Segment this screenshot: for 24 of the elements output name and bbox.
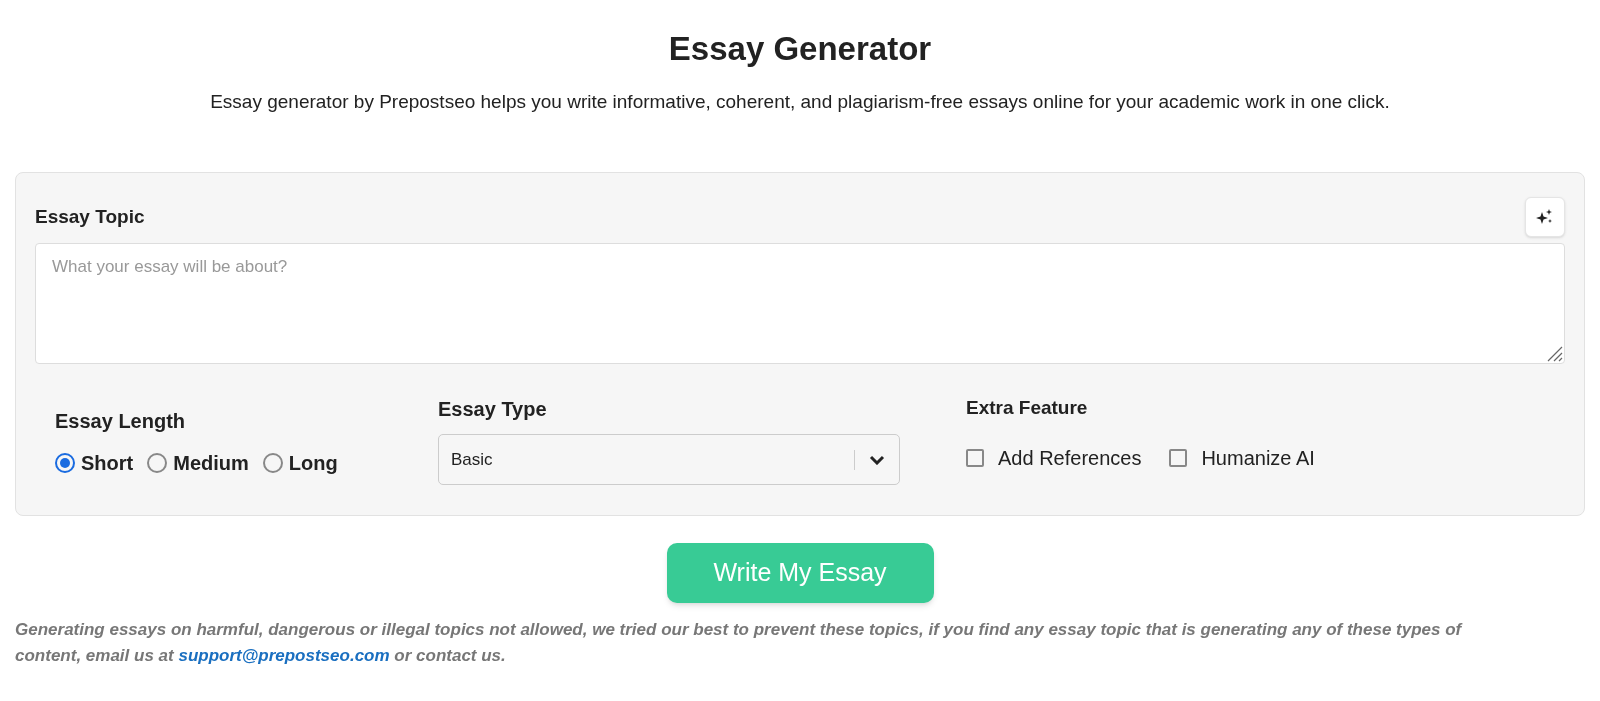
checkbox-option[interactable]: Add References <box>966 442 1142 473</box>
radio-button[interactable] <box>55 453 75 473</box>
chevron-down-icon <box>869 454 885 465</box>
topic-field[interactable]: What your essay will be about? <box>35 243 1565 364</box>
disclaimer-text: Generating essays on harmful, dangerous or illegal topics not allowed, we tried our best to prevent these topics, if you find any essay topic that is generating any of these types of content, email us at support@prepostseo.com or contact us. <box>15 619 1464 667</box>
field-label: Essay Type <box>438 397 547 422</box>
radio-button[interactable] <box>147 453 168 473</box>
radio-button[interactable] <box>262 453 283 473</box>
radio-option[interactable]: Medium <box>147 448 249 478</box>
checkbox[interactable] <box>966 448 984 467</box>
email-link[interactable]: support@prepostseo.com <box>178 645 390 665</box>
sparkle-icon <box>1536 208 1554 226</box>
page-title: Essay Generator <box>668 29 932 69</box>
page-subtitle: Essay generator by Prepostseo helps you write informative, coherent, and plagiarism-free essays online for your academic work in one click. <box>210 89 1390 114</box>
sparkle-button[interactable] <box>1525 197 1565 237</box>
resize-handle-icon[interactable] <box>1545 344 1563 362</box>
field-label: Essay Topic <box>35 205 145 229</box>
field-label: Essay Length <box>55 409 186 434</box>
radio-option[interactable]: Long <box>262 448 338 478</box>
checkbox[interactable] <box>1169 448 1188 467</box>
radio-option[interactable]: Short <box>55 448 134 478</box>
checkbox-option[interactable]: Humanize AI <box>1169 442 1315 473</box>
essay-type-dropdown[interactable]: Basic <box>438 434 900 485</box>
field-label: Extra Feature <box>966 396 1088 420</box>
